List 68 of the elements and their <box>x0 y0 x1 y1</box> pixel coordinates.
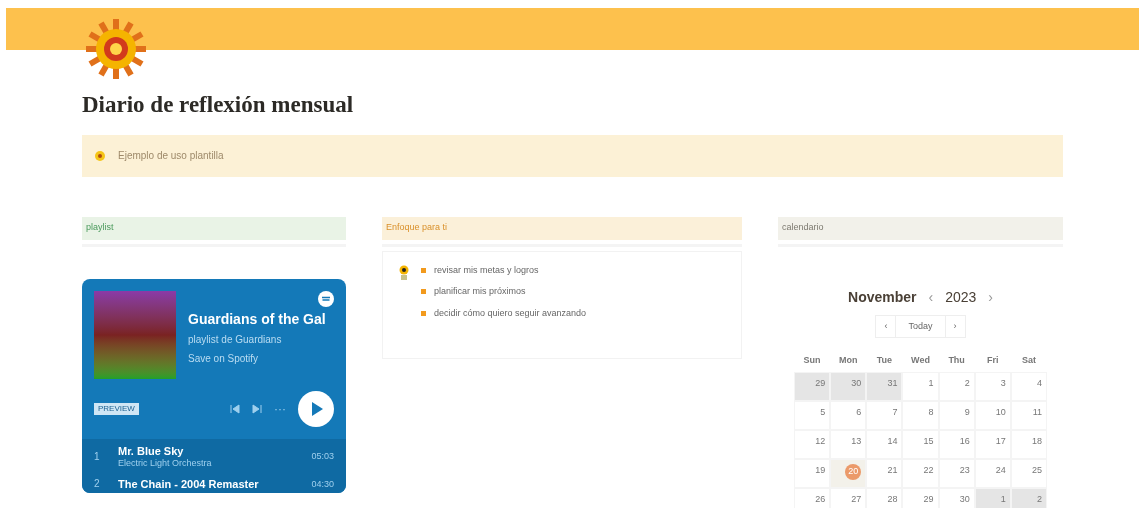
track-row[interactable]: 1 Mr. Blue Sky Electric Light Orchestra 05:03 <box>82 438 346 472</box>
calendar-day[interactable]: 12 <box>794 429 831 459</box>
calendar-day[interactable]: 29 <box>902 487 939 508</box>
page-title: Diario de reflexión mensual <box>82 91 355 119</box>
list-item: revisar mis metas y logros <box>434 263 539 277</box>
more-button[interactable]: ··· <box>274 400 286 417</box>
list-item: planificar mis próximos <box>434 285 526 298</box>
calendar-day[interactable]: 1 <box>902 371 939 401</box>
medal-icon <box>399 263 409 280</box>
track-duration: 05:03 <box>311 451 334 463</box>
calendar-day[interactable]: 7 <box>866 400 903 430</box>
sun-icon <box>94 149 106 162</box>
previous-month-button[interactable]: ‹ <box>876 315 897 337</box>
next-year-button[interactable]: › <box>988 286 993 307</box>
previous-icon[interactable] <box>230 403 240 414</box>
list-item: decidir cómo quiero seguir avanzando <box>434 306 587 320</box>
track-number: 2 <box>94 478 101 491</box>
calendar-day[interactable]: 14 <box>866 429 903 459</box>
track-artist: Electric Light Orchestra <box>118 458 213 470</box>
track-title: The Chain - 2004 Remaster <box>118 477 260 492</box>
calendar-day[interactable]: 22 <box>902 458 939 488</box>
today-button[interactable]: Today <box>896 315 946 337</box>
section-header: playlist <box>82 216 346 240</box>
calendar-day[interactable]: 15 <box>902 429 939 459</box>
track-number: 1 <box>94 450 101 464</box>
playlist-title: Guardians of the Gal <box>188 310 326 328</box>
next-icon[interactable] <box>252 403 262 414</box>
weekday-label: Tue <box>875 354 893 367</box>
calendar-day[interactable]: 30 <box>830 371 867 401</box>
track-duration: 04:30 <box>311 478 334 490</box>
next-month-button[interactable]: › <box>945 315 965 337</box>
calendar-day[interactable]: 2 <box>938 371 975 401</box>
play-icon[interactable] <box>298 390 334 427</box>
bullet-icon <box>421 310 426 316</box>
track-row[interactable]: 2 The Chain - 2004 Remaster 04:30 <box>82 471 346 494</box>
calendar-day[interactable]: 6 <box>830 400 867 430</box>
bullet-icon <box>421 289 426 295</box>
year-label: 2023 <box>945 287 977 307</box>
calendar-day[interactable]: 21 <box>866 458 903 488</box>
month-label: November <box>848 287 917 307</box>
playlist-subtitle: playlist de Guardians <box>188 333 283 347</box>
weekday-label: Thu <box>947 354 966 367</box>
callout-text: Ejemplo de uso plantilla <box>118 149 224 163</box>
calendar-day[interactable]: 31 <box>866 371 903 401</box>
calendar-day[interactable]: 26 <box>794 487 831 508</box>
calendar-day[interactable]: 8 <box>902 400 939 430</box>
calendar-day[interactable]: 19 <box>794 458 831 488</box>
bullet-icon <box>421 267 426 273</box>
weekday-label: Wed <box>910 354 931 367</box>
section-header: calendario <box>778 216 1063 240</box>
calendar-day[interactable]: 3 <box>974 371 1011 401</box>
calendar-day[interactable]: 27 <box>830 487 867 508</box>
save-button[interactable]: Save on Spotify <box>188 351 326 366</box>
weekday-label: Sun <box>802 354 822 367</box>
calendar-day[interactable]: 4 <box>1010 371 1047 401</box>
weekday-label: Sat <box>1020 354 1037 367</box>
track-title: Mr. Blue Sky <box>118 444 185 459</box>
calendar-day[interactable]: 5 <box>794 400 831 430</box>
logo-icon <box>318 290 334 307</box>
weekday-label: Mon <box>837 354 859 367</box>
weekday-label: Fri <box>986 354 1000 367</box>
previous-year-button[interactable]: ‹ <box>928 286 934 307</box>
calendar-day[interactable]: 28 <box>866 487 903 508</box>
sun-emblem-icon <box>85 18 147 80</box>
preview-badge: PREVIEW <box>94 402 139 415</box>
calendar-day[interactable]: 13 <box>830 429 867 459</box>
calendar-day[interactable]: 29 <box>794 371 831 401</box>
section-header: Enfoque para ti <box>382 216 742 240</box>
